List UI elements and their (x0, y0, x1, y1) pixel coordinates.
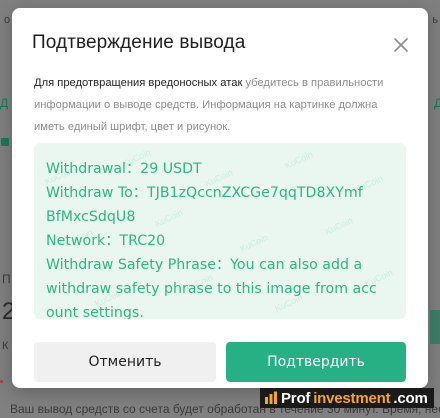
preview-line: Withdraw Safety Phrase：You can also add … (46, 257, 363, 273)
cancel-button[interactable]: Отменить (34, 342, 216, 382)
withdrawal-preview-image: KuCoin KuCoin KuCoin KuCoin KuCoin KuCoin KuCo… (34, 143, 406, 319)
background-text-fragment: о (4, 14, 11, 26)
preview-details: Withdrawal：29 USDT Withdraw To：TJB1zQccnZ… (46, 157, 398, 319)
background-text-fragment: Д (434, 96, 440, 110)
close-icon (394, 38, 408, 52)
preview-line: Network：TRC20 (46, 233, 166, 249)
profinvestment-logo: Prof investment .com (260, 388, 434, 408)
warning-emphasis: Для предотвращения вредоносных атак (34, 77, 243, 89)
preview-line: withdraw safety phrase to this image fro… (46, 281, 377, 297)
preview-line: BfMxcSdqU8 (46, 209, 136, 225)
background-text-fragment: ь (432, 14, 438, 26)
background-checkbox-icon (1, 138, 9, 146)
withdrawal-confirm-dialog: Подтверждение вывода Для предотвращения … (12, 8, 428, 388)
logo-text-suffix: .com (393, 389, 428, 407)
logo-icon (265, 391, 277, 404)
background-dot (0, 380, 3, 383)
preview-line: ount settings. (46, 305, 144, 319)
close-button[interactable] (390, 34, 412, 56)
logo-text-accent: investment (313, 389, 391, 407)
confirm-button[interactable]: Подтвердить (226, 342, 406, 382)
dialog-title: Подтверждение вывода (32, 32, 246, 53)
logo-text-prefix: Prof (281, 389, 311, 407)
security-warning: Для предотвращения вредоносных атак убед… (34, 72, 406, 138)
background-button-fragment (430, 310, 440, 344)
background-text-fragment: П (2, 272, 11, 286)
background-text-fragment: Д (0, 96, 9, 110)
preview-line: Withdrawal：29 USDT (46, 161, 202, 177)
preview-line: Withdraw To：TJB1zQccnZXCGe7qqTD8XYmf (46, 185, 363, 201)
background-text-fragment: К (2, 340, 9, 352)
